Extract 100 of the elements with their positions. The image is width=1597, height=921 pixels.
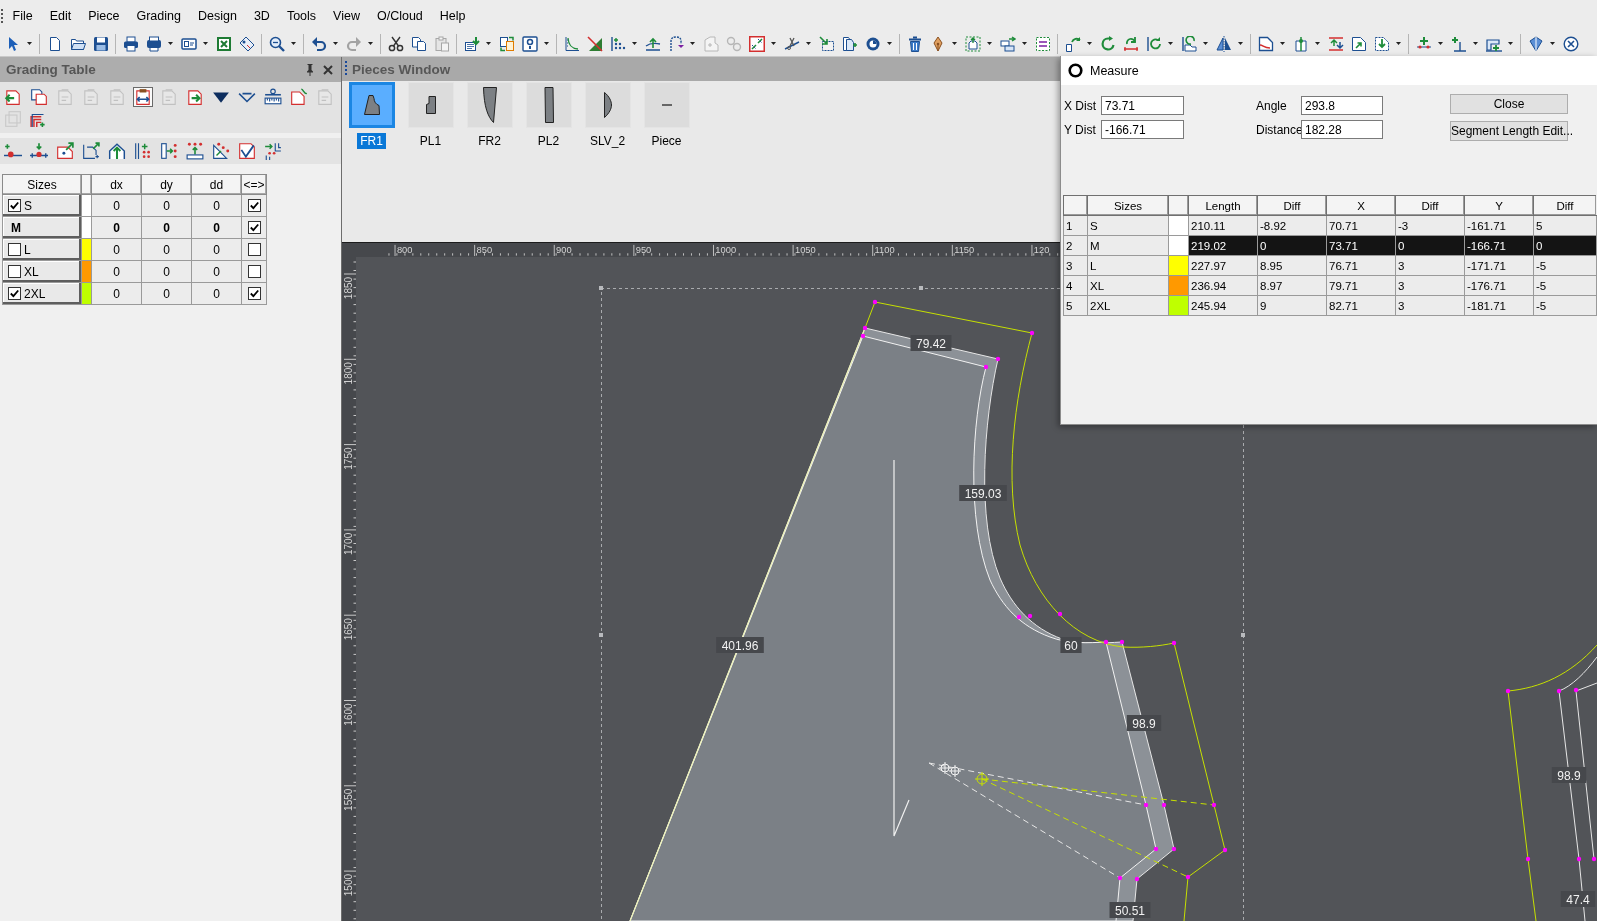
piece-label[interactable]: FR1 bbox=[357, 133, 386, 149]
checkbox[interactable] bbox=[8, 243, 21, 256]
dropdown-caret-icon[interactable] bbox=[771, 42, 776, 45]
tag-icon[interactable] bbox=[238, 35, 255, 52]
mirror-triangles-icon[interactable] bbox=[1215, 35, 1232, 52]
scissors-line-icon[interactable] bbox=[783, 35, 800, 52]
ruler-icon[interactable] bbox=[263, 87, 283, 107]
dropdown-caret-icon[interactable] bbox=[203, 42, 208, 45]
page-arrow-right-icon[interactable] bbox=[185, 87, 205, 107]
menu-item[interactable]: 3D bbox=[245, 7, 279, 24]
corner-arrows-icon[interactable] bbox=[263, 141, 283, 161]
dropdown-caret-icon[interactable] bbox=[690, 42, 695, 45]
handle-icon[interactable] bbox=[919, 286, 923, 290]
dropdown-caret-icon[interactable] bbox=[1203, 42, 1208, 45]
dropdown-caret-icon[interactable] bbox=[806, 42, 811, 45]
dropdown-caret-icon[interactable] bbox=[987, 42, 992, 45]
menu-item[interactable]: Edit bbox=[41, 7, 80, 24]
checkbox[interactable] bbox=[247, 287, 261, 300]
dropdown-caret-icon[interactable] bbox=[544, 42, 549, 45]
menu-item[interactable]: Piece bbox=[79, 7, 128, 24]
piece-label[interactable]: PL2 bbox=[534, 133, 563, 149]
piece-thumbnail[interactable] bbox=[348, 82, 395, 128]
printer-icon[interactable] bbox=[145, 35, 162, 52]
input-field[interactable]: 293.8 bbox=[1301, 96, 1383, 115]
dropdown-caret-icon[interactable] bbox=[1473, 42, 1478, 45]
menu-item[interactable]: Help bbox=[431, 7, 474, 24]
dropdown-caret-icon[interactable] bbox=[1315, 42, 1320, 45]
table-row[interactable]: 5 2XL 245.94 9 82.71 3 -181.71 -5 bbox=[1063, 295, 1596, 316]
dropdown-caret-icon[interactable] bbox=[1168, 42, 1173, 45]
keyhole-box-icon[interactable] bbox=[521, 35, 538, 52]
piece-pin-icon[interactable] bbox=[1292, 35, 1309, 52]
input-field[interactable]: 182.28 bbox=[1301, 120, 1383, 139]
crossed-triangle-icon[interactable] bbox=[586, 35, 603, 52]
bracket-rotate-icon[interactable] bbox=[1145, 35, 1162, 52]
dropdown-caret-icon[interactable] bbox=[887, 42, 892, 45]
house-arrow-icon[interactable] bbox=[107, 141, 127, 161]
handle-icon[interactable] bbox=[1241, 633, 1245, 637]
rotate-line-icon[interactable] bbox=[1122, 35, 1139, 52]
copy-icon[interactable] bbox=[410, 35, 427, 52]
pieces-arrow-icon[interactable] bbox=[999, 35, 1016, 52]
swap-arrows-icon[interactable] bbox=[1327, 35, 1344, 52]
dropdown-caret-icon[interactable] bbox=[1508, 42, 1513, 45]
dashed-box-arrow-icon[interactable] bbox=[818, 35, 835, 52]
bracket-curve-icon[interactable] bbox=[667, 35, 684, 52]
dropdown-caret-icon[interactable] bbox=[952, 42, 957, 45]
menu-item[interactable]: Tools bbox=[278, 7, 325, 24]
page-curve-corner-icon[interactable] bbox=[289, 87, 309, 107]
row-header[interactable]: S bbox=[3, 195, 81, 216]
page-down-arrow-icon[interactable] bbox=[1373, 35, 1390, 52]
close-circle-icon[interactable] bbox=[1562, 35, 1579, 52]
plotter-icon[interactable] bbox=[180, 35, 197, 52]
piece-label[interactable]: SLV_2 bbox=[586, 133, 629, 149]
dropdown-caret-icon[interactable] bbox=[486, 42, 491, 45]
checkbox[interactable] bbox=[247, 243, 261, 256]
pin-icon[interactable] bbox=[306, 63, 314, 76]
rotate-piece-icon[interactable] bbox=[1064, 35, 1081, 52]
dropdown-caret-icon[interactable] bbox=[1396, 42, 1401, 45]
checkbox[interactable] bbox=[8, 199, 21, 212]
dropdown-caret-icon[interactable] bbox=[1022, 42, 1027, 45]
dot-grid-icon[interactable] bbox=[609, 35, 626, 52]
dropdown-caret-icon[interactable] bbox=[1550, 42, 1555, 45]
perpendicular-plus-icon[interactable] bbox=[1450, 35, 1467, 52]
framed-arrows-icon[interactable] bbox=[748, 35, 765, 52]
page-arrow-left-icon[interactable] bbox=[3, 87, 23, 107]
dropdown-caret-icon[interactable] bbox=[1238, 42, 1243, 45]
pattern-piece[interactable] bbox=[629, 327, 1175, 921]
kite-icon[interactable] bbox=[1527, 35, 1544, 52]
checkbox[interactable] bbox=[8, 287, 21, 300]
curve-chart-icon[interactable] bbox=[563, 35, 580, 52]
dropdown-caret-icon[interactable] bbox=[1087, 42, 1092, 45]
zoom-icon[interactable] bbox=[268, 35, 285, 52]
page-check-icon[interactable] bbox=[237, 141, 257, 161]
table-row[interactable]: 1 S 210.11 -8.92 70.71 -3 -161.71 5 bbox=[1063, 215, 1596, 236]
point-line-arrow-icon[interactable] bbox=[29, 141, 49, 161]
row-header[interactable]: M bbox=[3, 217, 81, 238]
dashed-box-lines-icon[interactable] bbox=[1034, 35, 1051, 52]
pattern-piece[interactable] bbox=[1558, 656, 1597, 921]
spreadsheet-icon[interactable] bbox=[215, 35, 232, 52]
piece-label[interactable]: FR2 bbox=[475, 133, 504, 149]
menu-item[interactable]: O/Cloud bbox=[368, 7, 432, 24]
page-curve-icon[interactable] bbox=[1257, 35, 1274, 52]
close-icon[interactable] bbox=[323, 64, 333, 75]
dropdown-caret-icon[interactable] bbox=[1438, 42, 1443, 45]
checkbox[interactable] bbox=[8, 265, 21, 278]
undo-icon[interactable] bbox=[310, 35, 327, 52]
arrow-lines-icon[interactable] bbox=[644, 35, 661, 52]
table-row[interactable]: 3 L 227.97 8.95 76.71 3 -171.71 -5 bbox=[1063, 255, 1596, 276]
checkbox[interactable] bbox=[247, 199, 261, 212]
row-header[interactable]: 2XL bbox=[3, 283, 81, 304]
dropdown-caret-icon[interactable] bbox=[291, 42, 296, 45]
dropdown-caret-icon[interactable] bbox=[333, 42, 338, 45]
dropdown-caret-icon[interactable] bbox=[632, 42, 637, 45]
page-arrow-icon[interactable] bbox=[1350, 35, 1367, 52]
import-icon[interactable] bbox=[463, 35, 480, 52]
ruler-dots-icon[interactable] bbox=[159, 141, 179, 161]
page-double-arrow-icon[interactable] bbox=[133, 87, 153, 107]
pie-circle-icon[interactable] bbox=[864, 35, 881, 52]
handle-icon[interactable] bbox=[599, 286, 603, 290]
row-header[interactable]: XL bbox=[3, 261, 81, 282]
printer-icon[interactable] bbox=[122, 35, 139, 52]
